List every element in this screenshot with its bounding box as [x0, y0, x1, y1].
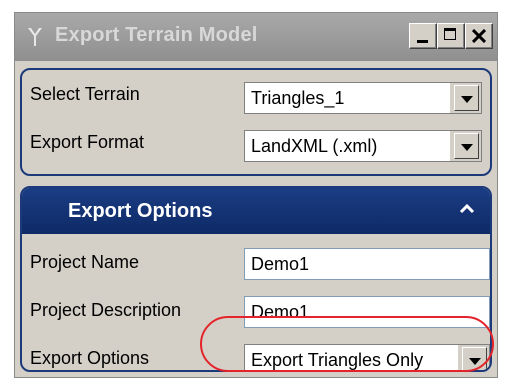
- export-options-group: Export Options Project Name Demo1 Projec…: [20, 186, 492, 372]
- close-button[interactable]: [465, 23, 493, 49]
- project-name-value: Demo1: [251, 254, 310, 274]
- title-bar[interactable]: Export Terrain Model: [15, 13, 497, 61]
- select-terrain-value: Triangles_1: [245, 83, 451, 113]
- export-options-title: Export Options: [68, 200, 213, 222]
- select-terrain-dropdown[interactable]: Triangles_1: [244, 82, 482, 114]
- chevron-down-icon[interactable]: [462, 347, 487, 370]
- project-description-input[interactable]: Demo1: [244, 296, 490, 328]
- chevron-down-icon[interactable]: [454, 85, 479, 111]
- project-name-input[interactable]: Demo1: [244, 248, 490, 280]
- project-name-label: Project Name: [30, 252, 140, 272]
- chevron-down-icon[interactable]: [454, 133, 479, 159]
- window-title: Export Terrain Model: [55, 24, 258, 46]
- select-terrain-label: Select Terrain: [30, 84, 140, 104]
- app-icon: [25, 26, 45, 48]
- terrain-group: Select Terrain Triangles_1 Export Format…: [20, 68, 492, 176]
- export-format-label: Export Format: [30, 132, 145, 152]
- export-terrain-model-dialog: Export Terrain Model Select Terrain Tria…: [14, 12, 498, 378]
- project-description-label: Project Description: [30, 300, 182, 320]
- maximize-button[interactable]: [437, 23, 465, 49]
- export-options-header[interactable]: Export Options: [22, 188, 490, 234]
- project-description-value: Demo1: [251, 302, 310, 322]
- minimize-button[interactable]: [409, 23, 437, 49]
- export-options-dropdown[interactable]: Export Triangles Only: [244, 344, 490, 370]
- export-format-dropdown[interactable]: LandXML (.xml): [244, 130, 482, 162]
- export-format-value: LandXML (.xml): [245, 131, 451, 161]
- export-options-label: Export Options: [30, 348, 150, 368]
- close-icon: [472, 29, 486, 43]
- export-options-value: Export Triangles Only: [245, 345, 459, 370]
- collapse-icon[interactable]: [458, 202, 476, 216]
